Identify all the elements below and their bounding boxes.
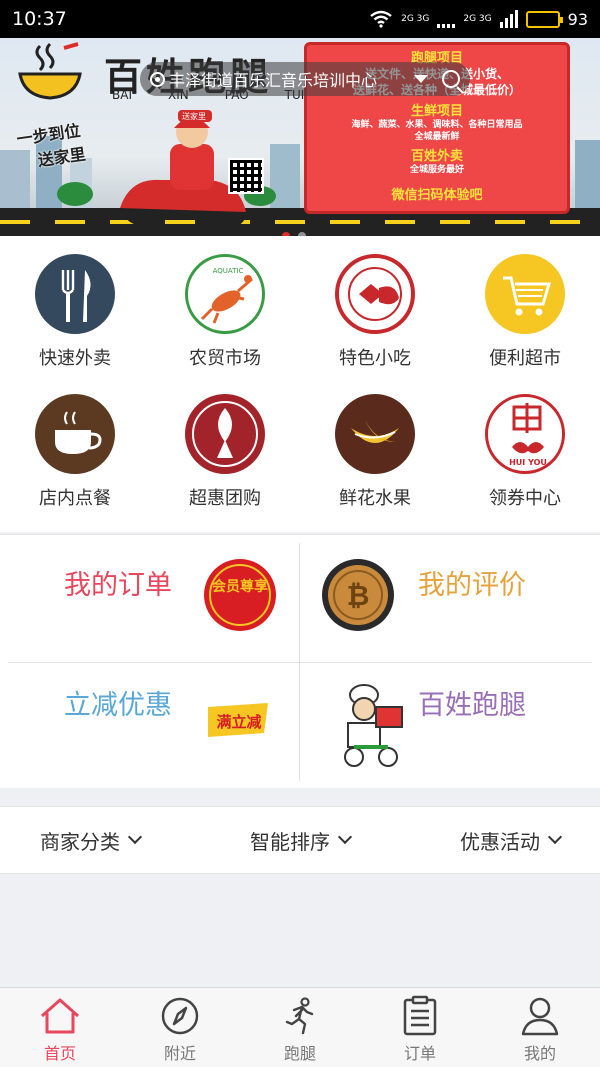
discount-tag-icon: 满立减 bbox=[208, 703, 268, 737]
category-local-snacks[interactable]: 特色小吃 bbox=[300, 254, 450, 394]
svg-text:₿: ₿ bbox=[347, 579, 370, 612]
home-icon bbox=[41, 998, 79, 1034]
promo-line-4: 全城最新鲜 bbox=[414, 132, 460, 142]
tab-label: 附近 bbox=[163, 1044, 196, 1063]
status-time: 10:37 bbox=[12, 8, 67, 30]
filter-bar: 商家分类 智能排序 优惠活动 bbox=[0, 806, 600, 874]
location-search-bar[interactable]: 丰泽街道百乐汇音乐培训中心 bbox=[140, 62, 470, 96]
instant-discount-label: 立减优惠 bbox=[64, 690, 172, 721]
tab-label: 我的 bbox=[523, 1044, 556, 1063]
filter-label: 优惠活动 bbox=[460, 829, 540, 854]
pinyin-1: BAI bbox=[112, 88, 132, 102]
battery-icon bbox=[525, 10, 563, 28]
steaming-bowl-logo-icon bbox=[18, 42, 82, 100]
category-farmers-market[interactable]: AQUATIC 农贸市场 bbox=[150, 254, 300, 394]
filter-promotions[interactable]: 优惠活动 bbox=[460, 826, 563, 855]
vip-badge-text: 会员尊享 bbox=[212, 578, 268, 595]
errand-service-card[interactable]: 百姓跑腿 bbox=[300, 663, 590, 783]
category-dine-in[interactable]: 店内点餐 bbox=[0, 394, 150, 534]
status-icons: 2G 3G 2G 3G 93 bbox=[369, 10, 588, 29]
category-grid: 快速外卖 AQUATIC 农贸市场 特色小吃 便利超市 店内点餐 超惠团购 鲜花… bbox=[0, 236, 600, 532]
promo-heading-takeout: 百姓外卖 bbox=[410, 149, 463, 164]
promo-line-5: 全城服务最好 bbox=[409, 165, 464, 175]
tab-label: 订单 bbox=[403, 1044, 436, 1063]
fork-knife-icon bbox=[35, 254, 115, 334]
tab-home[interactable]: 首页 bbox=[0, 988, 120, 1067]
courier-hat-text: 送家里 bbox=[182, 111, 206, 121]
coupon-text: HUI YOU bbox=[509, 458, 547, 467]
chevron-down-icon[interactable] bbox=[414, 75, 428, 83]
errand-service-label: 百姓跑腿 bbox=[418, 690, 526, 721]
current-location[interactable]: 丰泽街道百乐汇音乐培训中心 bbox=[169, 67, 410, 91]
filter-merchant-category[interactable]: 商家分类 bbox=[40, 826, 143, 855]
bottom-tab-bar: 首页 附近 跑腿 订单 我的 bbox=[0, 987, 600, 1067]
order-list-icon bbox=[403, 995, 437, 1036]
compass-icon bbox=[161, 997, 199, 1035]
tab-label: 跑腿 bbox=[283, 1044, 316, 1063]
my-reviews-card[interactable]: ₿ 我的评价 bbox=[300, 535, 590, 655]
discount-badge-text: 满立减 bbox=[216, 713, 261, 731]
category-label: 超惠团购 bbox=[189, 488, 261, 509]
filter-label: 商家分类 bbox=[40, 829, 120, 854]
tab-profile[interactable]: 我的 bbox=[480, 988, 600, 1067]
category-label: 店内点餐 bbox=[39, 488, 111, 509]
signal-strength-icon bbox=[499, 10, 518, 28]
signal-icon bbox=[437, 10, 456, 28]
coffee-cup-icon bbox=[35, 394, 115, 474]
category-convenience-store[interactable]: 便利超市 bbox=[450, 254, 600, 394]
chef-courier-icon bbox=[344, 684, 403, 767]
my-orders-label: 我的订单 bbox=[64, 570, 172, 601]
category-label: 快速外卖 bbox=[39, 348, 111, 369]
category-label: 领券中心 bbox=[489, 488, 561, 509]
tab-orders[interactable]: 订单 bbox=[360, 988, 480, 1067]
filter-smart-sort[interactable]: 智能排序 bbox=[250, 826, 353, 855]
quick-access-panel: 我的订单 会员尊享 ₿ 我的评价 立减优惠 满立减 百姓跑腿 bbox=[0, 534, 600, 788]
category-label: 鲜花水果 bbox=[339, 488, 411, 509]
promo-heading-fresh: 生鲜项目 bbox=[410, 104, 463, 119]
promo-banner[interactable]: 百姓跑腿 BAI XIN PAO TUI 一步到位 送家里 送家里 跑腿项目 送… bbox=[0, 38, 600, 236]
my-orders-card[interactable]: 我的订单 会员尊享 bbox=[0, 535, 290, 655]
wifi-icon bbox=[370, 10, 392, 28]
banana-icon bbox=[335, 394, 415, 474]
qr-code bbox=[228, 158, 264, 194]
tab-label: 首页 bbox=[43, 1044, 76, 1063]
promo-line-3: 海鲜、蔬菜、水果、调味料、各种日常用品 bbox=[351, 120, 523, 130]
instant-discount-card[interactable]: 立减优惠 满立减 bbox=[0, 663, 290, 783]
shopping-cart-icon bbox=[485, 254, 565, 334]
category-coupon-center[interactable]: HUI YOU 领券中心 bbox=[450, 394, 600, 534]
search-icon[interactable] bbox=[442, 70, 460, 88]
tab-nearby[interactable]: 附近 bbox=[120, 988, 240, 1067]
market-badge-text: AQUATIC bbox=[213, 267, 244, 275]
fish-icon bbox=[185, 394, 265, 474]
network-type-label: 2G 3G bbox=[401, 13, 430, 24]
my-reviews-label: 我的评价 bbox=[418, 570, 526, 601]
chevron-down-icon bbox=[127, 829, 143, 845]
vip-badge-icon: 会员尊享 bbox=[204, 559, 276, 631]
category-group-buy[interactable]: 超惠团购 bbox=[150, 394, 300, 534]
promo-scan-cta: 微信扫码体验吧 bbox=[391, 188, 483, 203]
category-fast-takeout[interactable]: 快速外卖 bbox=[0, 254, 150, 394]
category-flowers-fruit[interactable]: 鲜花水果 bbox=[300, 394, 450, 534]
network-type-label-2: 2G 3G bbox=[463, 13, 492, 24]
category-label: 特色小吃 bbox=[339, 348, 411, 369]
lobster-icon: AQUATIC bbox=[185, 254, 265, 334]
category-label: 农贸市场 bbox=[189, 348, 261, 369]
hui-coupon-icon: HUI YOU bbox=[485, 394, 565, 474]
chevron-down-icon bbox=[337, 829, 353, 845]
filter-label: 智能排序 bbox=[250, 829, 330, 854]
profile-icon bbox=[521, 997, 559, 1036]
chi-snack-icon bbox=[335, 254, 415, 334]
bitcoin-coin-icon: ₿ bbox=[322, 559, 394, 631]
status-bar: 10:37 2G 3G 2G 3G 93 bbox=[0, 0, 600, 38]
runner-icon bbox=[285, 997, 314, 1035]
location-pin-icon bbox=[150, 71, 165, 87]
chevron-down-icon bbox=[547, 829, 563, 845]
category-label: 便利超市 bbox=[489, 348, 561, 369]
battery-percent: 93 bbox=[567, 9, 588, 29]
tab-errand[interactable]: 跑腿 bbox=[240, 988, 360, 1067]
